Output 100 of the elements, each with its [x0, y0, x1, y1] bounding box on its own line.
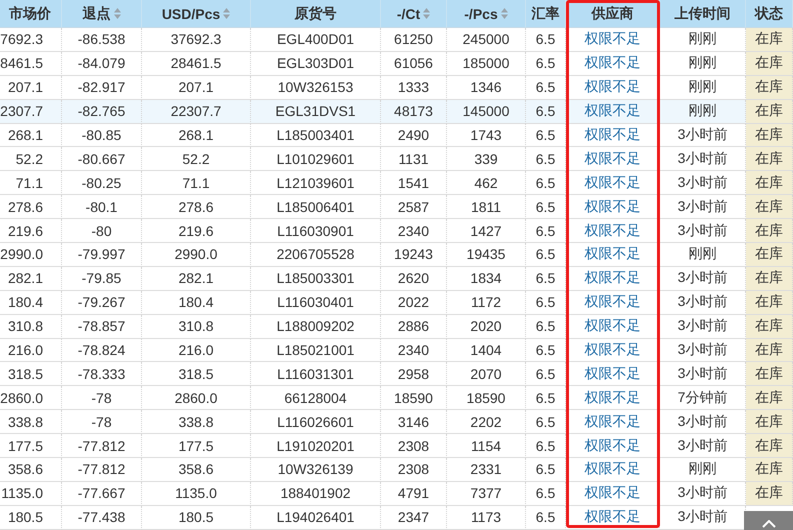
table-cell: 7377: [447, 482, 526, 506]
table-cell: 权限不足: [566, 195, 660, 220]
table-cell: 180.4: [0, 290, 62, 315]
table-cell: 6.5: [526, 28, 566, 52]
column-header[interactable]: 退点: [62, 0, 142, 28]
table-cell: 177.5: [0, 434, 62, 458]
status-cell: 在库: [746, 171, 793, 196]
table-cell: -77.812: [62, 434, 142, 458]
table-cell: 8461.5: [0, 52, 62, 76]
table-cell: L116026601: [251, 410, 381, 434]
table-cell: 318.5: [0, 362, 62, 386]
table-cell: -77.667: [62, 482, 142, 506]
table-cell: 6.5: [526, 52, 566, 76]
table-cell: 2587: [381, 195, 447, 220]
column-header[interactable]: -/Ct: [381, 0, 447, 28]
status-cell: 在库: [746, 52, 793, 76]
table-cell: 2022: [381, 290, 447, 315]
table-cell: 71.1: [142, 171, 251, 196]
table-cell: L188009202: [251, 314, 381, 339]
table-cell: 2206705528: [251, 243, 381, 267]
table-cell: L185003301: [251, 266, 381, 291]
table-cell: 2340: [381, 338, 447, 362]
table-cell: L116030401: [251, 290, 381, 315]
table-cell: 1811: [447, 195, 526, 220]
table-cell: 188401902: [251, 482, 381, 506]
table-cell: -80.85: [62, 124, 142, 148]
table-cell: 268.1: [0, 124, 62, 148]
status-cell: 在库: [746, 195, 793, 220]
table-cell: 权限不足: [566, 219, 660, 244]
table-cell: 权限不足: [566, 410, 660, 434]
table-cell: 245000: [447, 28, 526, 52]
table-cell: 2620: [381, 266, 447, 291]
table-cell: 6.5: [526, 506, 566, 530]
table-cell: 185000: [447, 52, 526, 76]
table-cell: 37692.3: [142, 28, 251, 52]
column-header[interactable]: USD/Pcs: [142, 0, 251, 28]
table-cell: 52.2: [142, 147, 251, 172]
table-cell: 2070: [447, 362, 526, 386]
table-cell: 19435: [447, 243, 526, 267]
table-cell: 6.5: [526, 362, 566, 386]
table-cell: -80.25: [62, 171, 142, 196]
table-cell: -78.824: [62, 338, 142, 362]
table-cell: 2860.0: [0, 386, 62, 410]
table-cell: 1172: [447, 290, 526, 315]
table-cell: 310.8: [0, 314, 62, 339]
table-cell: 权限不足: [566, 147, 660, 172]
table-cell: 2347: [381, 506, 447, 530]
table-cell: -78.857: [62, 314, 142, 339]
table-cell: 1173: [447, 506, 526, 530]
table-cell: 6.5: [526, 171, 566, 196]
table-cell: 219.6: [142, 219, 251, 244]
table-cell: -79.85: [62, 266, 142, 291]
column-header: 原货号: [251, 0, 381, 28]
table-cell: 278.6: [142, 195, 251, 220]
table-cell: 180.5: [142, 506, 251, 530]
table-cell: 7692.3: [0, 28, 62, 52]
table-cell: 权限不足: [566, 266, 660, 291]
table-cell: 2860.0: [142, 386, 251, 410]
table-cell: 180.4: [142, 290, 251, 315]
table-cell: 338.8: [0, 410, 62, 434]
table-cell: 2331: [447, 458, 526, 482]
table-cell: 权限不足: [566, 506, 660, 530]
table-cell: L101029601: [251, 147, 381, 172]
table-cell: 2308: [381, 458, 447, 482]
table-cell: 权限不足: [566, 386, 660, 410]
table-cell: 1154: [447, 434, 526, 458]
table-cell: -86.538: [62, 28, 142, 52]
table-cell: 6.5: [526, 266, 566, 291]
table-cell: 6.5: [526, 100, 566, 124]
status-cell: 在库: [746, 266, 793, 291]
table-cell: 66128004: [251, 386, 381, 410]
table-cell: L185006401: [251, 195, 381, 220]
table-cell: 462: [447, 171, 526, 196]
table-cell: 61056: [381, 52, 447, 76]
column-header[interactable]: -/Pcs: [447, 0, 526, 28]
table-cell: 219.6: [0, 219, 62, 244]
table-cell: 338.8: [142, 410, 251, 434]
table-cell: 6.5: [526, 147, 566, 172]
table-cell: 145000: [447, 100, 526, 124]
table-cell: 权限不足: [566, 243, 660, 267]
table-cell: 6.5: [526, 290, 566, 315]
table-cell: 6.5: [526, 338, 566, 362]
table-cell: L194026401: [251, 506, 381, 530]
table-cell: L116030901: [251, 219, 381, 244]
table-cell: 权限不足: [566, 290, 660, 315]
table-cell: 278.6: [0, 195, 62, 220]
table-cell: EGL400D01: [251, 28, 381, 52]
table-cell: 216.0: [0, 338, 62, 362]
status-cell: 在库: [746, 76, 793, 100]
table-cell: 282.1: [0, 266, 62, 291]
table-cell: 权限不足: [566, 434, 660, 458]
table-cell: 52.2: [0, 147, 62, 172]
table-cell: -78: [62, 410, 142, 434]
table-cell: 310.8: [142, 314, 251, 339]
table-cell: 2958: [381, 362, 447, 386]
table-cell: 1135.0: [0, 482, 62, 506]
table-cell: 4791: [381, 482, 447, 506]
table-cell: 19243: [381, 243, 447, 267]
table-cell: 358.6: [142, 458, 251, 482]
table-cell: 282.1: [142, 266, 251, 291]
